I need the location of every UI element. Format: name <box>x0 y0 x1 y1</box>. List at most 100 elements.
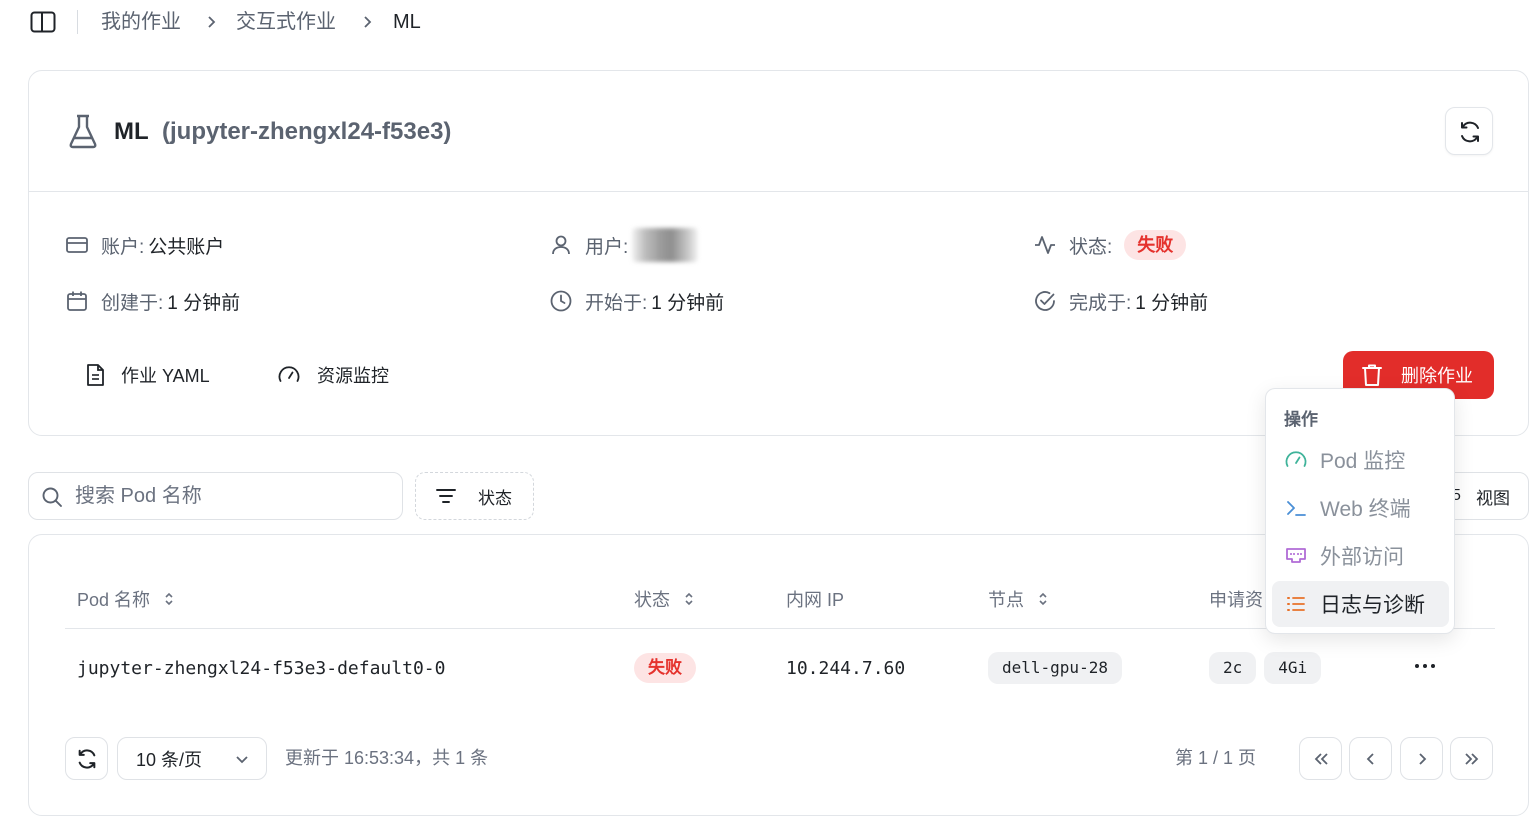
pod-actions-menu: 操作 Pod 监控 Web 终端 外部访问 日志与诊断 <box>1265 388 1455 634</box>
topbar-divider <box>77 10 78 34</box>
gauge-icon <box>1285 451 1307 467</box>
column-header-resources: 申请资 <box>1209 587 1263 611</box>
delete-job-label: 删除作业 <box>1401 366 1473 386</box>
column-header-pod-name[interactable]: Pod 名称 <box>77 587 174 611</box>
updated-text: 更新于 16:53:34，共 1 条 <box>285 748 489 768</box>
menu-item-logs-diagnostics[interactable]: 日志与诊断 <box>1272 581 1449 627</box>
menu-title: 操作 <box>1284 410 1318 429</box>
file-text-icon <box>87 364 104 386</box>
last-page-button[interactable] <box>1450 737 1493 780</box>
page-size-value: 10 条/页 <box>136 749 203 770</box>
sort-icon <box>165 592 173 606</box>
refresh-icon <box>78 749 96 769</box>
menu-item-label: Pod 监控 <box>1320 450 1406 473</box>
menu-item-label: 日志与诊断 <box>1320 594 1425 617</box>
ethernet-port-icon <box>1286 548 1306 563</box>
meta-account: 账户: 公共账户 <box>65 231 224 259</box>
chevron-right-icon <box>362 13 374 31</box>
top-bar: 我的作业 交互式作业 ML <box>0 0 1533 46</box>
column-header-status[interactable]: 状态 <box>634 587 694 611</box>
meta-started: 开始于: 1 分钟前 <box>549 287 724 315</box>
created-label: 创建于: <box>101 292 164 314</box>
refresh-job-button[interactable] <box>1445 107 1493 155</box>
finished-value: 1 分钟前 <box>1135 292 1209 314</box>
first-page-button[interactable] <box>1299 737 1342 780</box>
job-detail-card: ML (jupyter-zhengxl24-f53e3) 账户: 公共账户 用户… <box>28 70 1529 436</box>
meta-user: 用户: <box>549 228 699 262</box>
table-refresh-button[interactable] <box>65 737 108 780</box>
meta-status: 状态: 失败 <box>1033 230 1187 260</box>
filter-icon <box>436 489 456 503</box>
pod-status-cell: 失败 <box>634 653 696 683</box>
pod-status-badge: 失败 <box>634 653 696 683</box>
list-icon <box>1287 597 1305 611</box>
pod-resources-cell: 2c 4Gi <box>1209 652 1322 684</box>
job-yaml-button[interactable]: 作业 YAML <box>85 360 210 390</box>
job-name: ML <box>114 118 149 145</box>
search-icon <box>42 487 62 507</box>
cpu-chip: 2c <box>1209 652 1257 684</box>
job-header: ML (jupyter-zhengxl24-f53e3) <box>29 71 1528 192</box>
trash-icon <box>1362 364 1382 386</box>
chevron-right-icon <box>206 13 218 31</box>
resource-monitor-label: 资源监控 <box>317 366 389 386</box>
user-icon <box>552 235 570 255</box>
menu-item-web-terminal[interactable]: Web 终端 <box>1272 485 1449 531</box>
column-header-node[interactable]: 节点 <box>988 587 1048 611</box>
status-badge: 失败 <box>1124 230 1187 260</box>
sort-icon <box>1039 592 1047 606</box>
page-info: 第 1 / 1 页 <box>1175 748 1257 768</box>
account-label: 账户: <box>101 236 145 258</box>
breadcrumb-my-jobs[interactable]: 我的作业 <box>101 10 181 34</box>
column-label: Pod 名称 <box>77 590 151 610</box>
started-value: 1 分钟前 <box>651 292 725 314</box>
job-id: (jupyter-zhengxl24-f53e3) <box>162 118 452 145</box>
user-label: 用户: <box>585 236 629 258</box>
chevron-right-icon <box>1419 753 1427 765</box>
finished-label: 完成于: <box>1069 292 1132 314</box>
column-label: 节点 <box>988 590 1024 610</box>
meta-finished: 完成于: 1 分钟前 <box>1033 287 1208 315</box>
view-options-label: 视图 <box>1476 488 1510 508</box>
calendar-icon <box>67 291 87 311</box>
menu-item-pod-monitor[interactable]: Pod 监控 <box>1272 437 1449 483</box>
breadcrumb-interactive-jobs[interactable]: 交互式作业 <box>236 10 336 34</box>
pod-search-input[interactable] <box>75 481 385 511</box>
credit-card-icon <box>66 237 88 253</box>
created-value: 1 分钟前 <box>167 292 241 314</box>
clock-icon <box>550 290 572 312</box>
status-filter-label: 状态 <box>478 488 512 508</box>
pod-node-cell: dell-gpu-28 <box>988 652 1122 684</box>
pod-search-box <box>28 472 403 520</box>
sort-icon <box>685 592 693 606</box>
resource-monitor-button[interactable]: 资源监控 <box>277 360 389 390</box>
user-value-redacted <box>632 228 699 262</box>
node-chip: dell-gpu-28 <box>988 652 1122 684</box>
meta-created: 创建于: 1 分钟前 <box>65 287 240 315</box>
sidebar-toggle-icon[interactable] <box>30 11 56 33</box>
menu-item-external-access[interactable]: 外部访问 <box>1272 533 1449 579</box>
menu-item-label: 外部访问 <box>1320 546 1404 569</box>
prev-page-button[interactable] <box>1349 737 1392 780</box>
flask-icon <box>67 113 99 149</box>
menu-item-label: Web 终端 <box>1320 498 1411 521</box>
row-actions-button[interactable] <box>1409 651 1441 681</box>
terminal-icon <box>1287 501 1306 516</box>
pod-ip-cell: 10.244.7.60 <box>786 657 906 679</box>
next-page-button[interactable] <box>1400 737 1443 780</box>
job-yaml-label: 作业 YAML <box>121 366 210 386</box>
page-size-select[interactable]: 10 条/页 <box>117 737 267 780</box>
column-label: 申请资 <box>1209 590 1263 610</box>
status-filter-button[interactable]: 状态 <box>415 472 534 520</box>
check-circle-icon <box>1035 291 1055 311</box>
column-label: 状态 <box>634 590 670 610</box>
pod-name-cell[interactable]: jupyter-zhengxl24-f53e3-default0-0 <box>77 653 445 683</box>
chevrons-left-icon <box>1314 753 1328 765</box>
status-label: 状态: <box>1069 236 1113 258</box>
chevrons-right-icon <box>1465 753 1479 765</box>
column-header-ip: 内网 IP <box>786 587 844 611</box>
activity-icon <box>1035 236 1055 254</box>
refresh-icon <box>1461 121 1479 143</box>
gauge-icon <box>278 366 300 382</box>
mem-chip: 4Gi <box>1264 652 1322 684</box>
